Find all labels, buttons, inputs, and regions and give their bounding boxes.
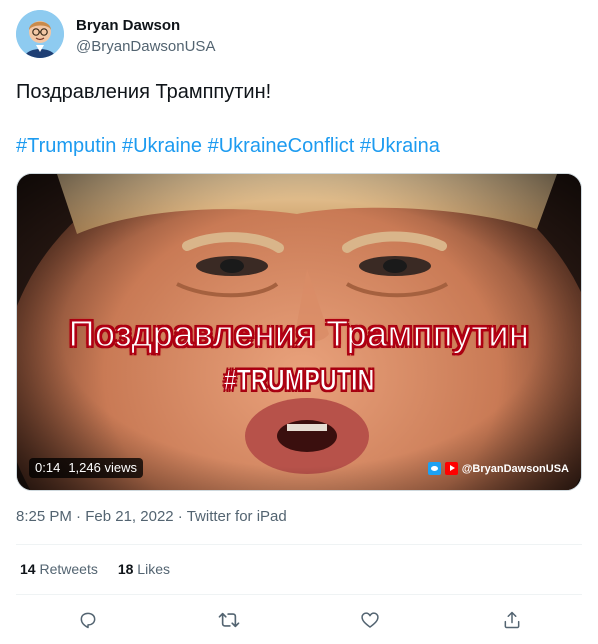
retweets-label: Retweets (39, 561, 98, 577)
tweet-date[interactable]: Feb 21, 2022 (85, 508, 173, 525)
youtube-logo-icon (444, 462, 458, 475)
avatar[interactable] (16, 10, 64, 58)
video-overlay-hashtag: #TRUMPUTIN (223, 364, 375, 398)
tweet-stats: 14 Retweets 18 Likes (20, 561, 170, 577)
divider (16, 594, 582, 595)
twitter-logo-icon (427, 462, 441, 475)
action-bar (16, 603, 582, 637)
hashtag-link[interactable]: #Trumputin (16, 135, 116, 157)
share-button[interactable] (495, 603, 529, 637)
retweet-icon (218, 612, 240, 628)
meta-separator: · (177, 508, 183, 525)
author-handle[interactable]: @BryanDawsonUSA (76, 38, 215, 55)
hashtag-list: #Trumputin #Ukraine #UkraineConflict #Uk… (16, 134, 440, 158)
video-player[interactable]: Поздравления Трамппутин #TRUMPUTIN 0:14 … (16, 173, 582, 491)
hashtag-link[interactable]: #Ukraine (122, 135, 202, 157)
reply-icon (80, 612, 96, 629)
tweet-header: Bryan Dawson @BryanDawsonUSA (16, 10, 582, 62)
retweets-stat[interactable]: 14 Retweets (20, 561, 98, 577)
hashtag-link[interactable]: #Ukraina (360, 135, 440, 157)
divider (16, 544, 582, 545)
heart-icon (361, 612, 379, 628)
likes-stat[interactable]: 18 Likes (118, 561, 170, 577)
hashtag-link[interactable]: #UkraineConflict (208, 135, 355, 157)
likes-label: Likes (137, 561, 170, 577)
retweet-button[interactable] (212, 603, 246, 637)
watermark-handle: @BryanDawsonUSA (461, 462, 569, 475)
video-overlay-title: Поздравления Трамппутин (68, 313, 530, 355)
tweet-time[interactable]: 8:25 PM (16, 508, 72, 525)
reply-button[interactable] (71, 603, 105, 637)
video-watermark: @BryanDawsonUSA (427, 462, 569, 475)
video-views: 1,246 views (68, 460, 137, 475)
retweets-count: 14 (20, 561, 36, 577)
tweet-source[interactable]: Twitter for iPad (187, 508, 287, 525)
video-duration-badge: 0:14 1,246 views (29, 458, 143, 478)
meta-separator: · (76, 508, 82, 525)
like-button[interactable] (353, 603, 387, 637)
likes-count: 18 (117, 561, 134, 577)
tweet-text: Поздравления Трамппутин! (16, 81, 272, 103)
share-icon (504, 611, 520, 629)
video-duration: 0:14 (35, 460, 61, 475)
tweet-meta: 8:25 PM · Feb 21, 2022 · Twitter for iPa… (16, 508, 287, 525)
author-name[interactable]: Bryan Dawson (76, 17, 180, 34)
